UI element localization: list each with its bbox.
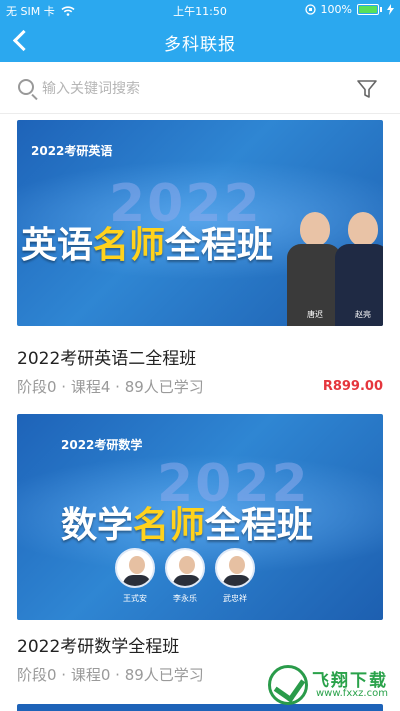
course-banner[interactable]: 2022考研英语 2022 英语名师全程班 唐迟 赵亮: [17, 120, 383, 326]
battery-tip: [380, 7, 382, 12]
teacher-avatar: [115, 548, 155, 588]
course-meta: 阶段0 · 课程4 · 89人已学习: [17, 378, 204, 396]
search-input[interactable]: [42, 76, 332, 100]
site-watermark: 飞翔下载 www.fxxz.com: [268, 663, 396, 707]
teacher-name: 赵亮: [355, 310, 371, 319]
status-bar: 无 SIM 卡 上午11:50 100%: [0, 0, 400, 20]
teacher-name: 王式安: [123, 594, 147, 603]
course-title[interactable]: 2022考研数学全程班: [17, 632, 179, 657]
teacher-name: 李永乐: [173, 594, 197, 603]
watermark-logo-icon: [268, 665, 308, 705]
filter-icon[interactable]: [356, 78, 378, 100]
teacher-photo: 赵亮: [335, 212, 383, 326]
orientation-lock-icon: [304, 4, 316, 15]
course-banner[interactable]: 2022考研数学 2022 数学名师全程班 王式安 李永乐 武忠祥: [17, 414, 383, 620]
navigation-bar: 多科联报: [0, 22, 400, 60]
course-list: 2022考研英语 2022 英语名师全程班 唐迟 赵亮 2022考研英语二全程班…: [0, 114, 400, 711]
battery-percent: 100%: [320, 3, 352, 16]
app-header: 无 SIM 卡 上午11:50 100% 多科联报: [0, 0, 400, 62]
course-title[interactable]: 2022考研英语二全程班: [17, 344, 196, 369]
search-bar: [0, 62, 400, 114]
banner-subtitle: 2022考研数学: [61, 438, 143, 452]
teacher-avatar: [215, 548, 255, 588]
course-price: R899.00: [322, 379, 383, 394]
page-title: 多科联报: [164, 35, 236, 55]
banner-headline: 数学名师全程班: [61, 505, 314, 546]
course-meta: 阶段0 · 课程0 · 89人已学习: [17, 666, 204, 684]
battery-icon: [357, 4, 379, 15]
search-icon: [18, 79, 34, 95]
teacher-name: 武忠祥: [223, 594, 247, 603]
watermark-url: www.fxxz.com: [316, 688, 388, 699]
banner-subtitle: 2022考研英语: [31, 144, 113, 158]
teacher-avatar: [165, 548, 205, 588]
banner-headline: 英语名师全程班: [21, 225, 274, 266]
charging-icon: [387, 4, 394, 15]
